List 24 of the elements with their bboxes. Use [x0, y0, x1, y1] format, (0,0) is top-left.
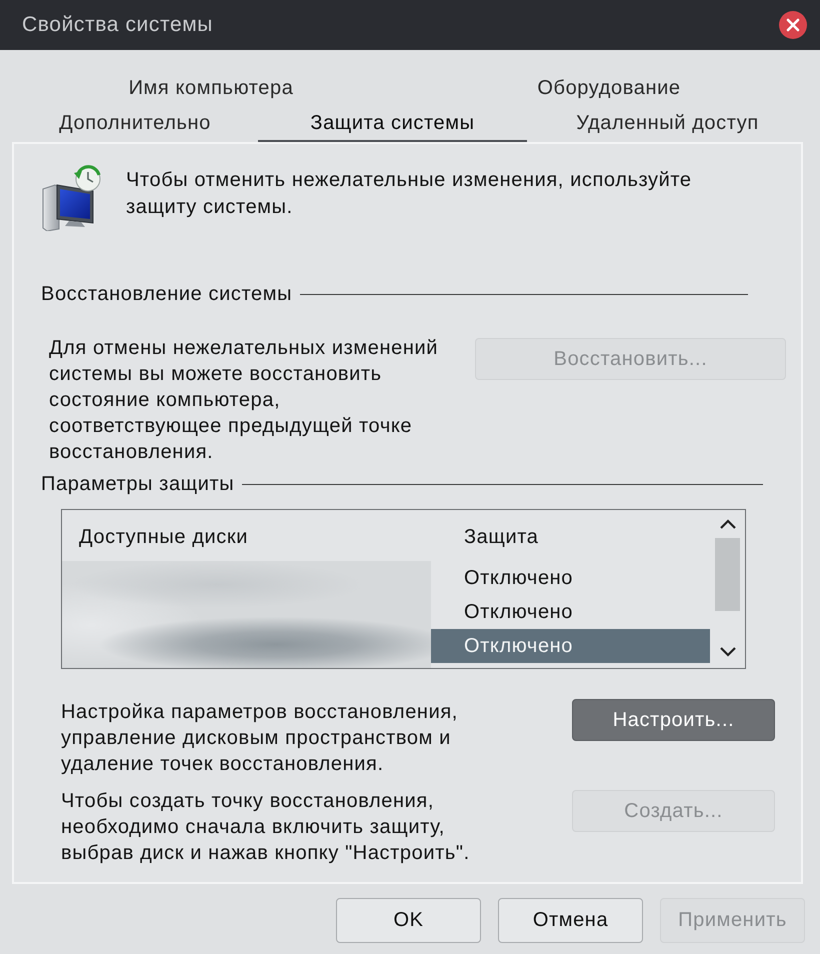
action-button[interactable]: Настроить... — [572, 699, 775, 741]
close-button[interactable] — [779, 11, 807, 39]
column-header[interactable]: Защита — [431, 522, 538, 549]
list-row[interactable]: Отключено — [431, 561, 710, 595]
caret-down-icon[interactable] — [718, 646, 736, 658]
group-title: Восстановление системы — [41, 282, 292, 306]
tab[interactable]: Оборудование — [410, 73, 808, 106]
tab[interactable]: Дополнительно — [12, 106, 258, 142]
dialog-button[interactable]: Отмена — [498, 898, 643, 943]
list-row[interactable]: Отключено — [431, 595, 710, 629]
description-text: Чтобы создать точку восстановления, необходимо сначала включить защиту, выбрав диск и нажав кнопку "Настроить". — [61, 789, 470, 866]
description-text: Настройка параметров восстановления, управление дисковым пространством и удаление точек восстановления. — [61, 700, 458, 777]
dialog-button[interactable]: OK — [336, 898, 481, 943]
caret-up-icon[interactable] — [718, 518, 736, 530]
description-text: Для отмены нежелательных изменений системы вы можете восстановить состояние компьютера, соответствующее предыдущей точке восстановления. — [49, 336, 438, 465]
list-row[interactable]: Отключено — [431, 629, 710, 663]
tab[interactable]: Имя компьютера — [12, 73, 410, 106]
column-header[interactable]: Доступные диски — [62, 522, 431, 549]
group-title: Параметры защиты — [41, 472, 234, 496]
window-title: Свойства системы — [22, 13, 213, 37]
tab[interactable]: Удаленный доступ — [527, 106, 808, 142]
scrollbar-thumb[interactable] — [715, 538, 740, 611]
intro-text: Чтобы отменить нежелательные изменения, используйте защиту системы. — [126, 168, 692, 220]
computer-restore-icon — [41, 165, 103, 231]
